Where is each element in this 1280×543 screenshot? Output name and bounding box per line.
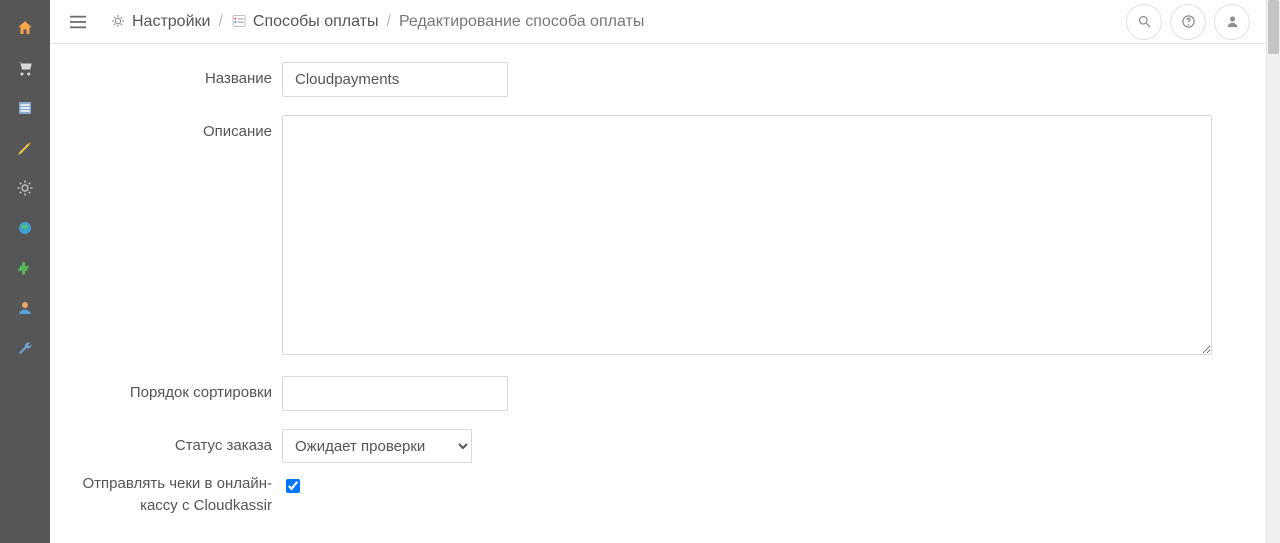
account-button[interactable] [1214,4,1250,40]
nav-cart[interactable] [0,48,50,88]
help-button[interactable] [1170,4,1206,40]
globe-icon [16,219,34,237]
user-icon [1225,14,1240,29]
scrollbar[interactable] [1266,0,1280,543]
breadcrumb-current: Редактирование способа оплаты [399,13,644,31]
search-icon [1137,14,1152,29]
home-icon [16,19,34,37]
nav-design[interactable] [0,128,50,168]
status-label: Статус заказа [50,429,282,457]
sort-label: Порядок сортировки [50,376,282,404]
breadcrumb-settings-label: Настройки [132,13,210,31]
nav-tools[interactable] [0,328,50,368]
nav-globe[interactable] [0,208,50,248]
gear-icon [16,179,34,197]
breadcrumb-sep: / [218,13,222,31]
description-label: Описание [50,115,282,143]
gear-icon [110,13,126,31]
breadcrumb-payments[interactable]: Способы оплаты [231,13,379,31]
name-label: Название [50,62,282,90]
description-textarea[interactable] [282,115,1212,355]
hamburger-icon [70,15,86,29]
menu-toggle[interactable] [66,10,90,34]
sidebar [0,0,50,543]
breadcrumb-settings[interactable]: Настройки [110,13,210,31]
wrench-icon [16,339,34,357]
nav-users[interactable] [0,288,50,328]
pencil-icon [16,139,34,157]
breadcrumb-sep: / [386,13,390,31]
sendcheck-label: Отправлять чеки в онлайн-кассу с Cloudka… [50,473,282,517]
scroll-thumb[interactable] [1268,0,1279,54]
nav-modules[interactable] [0,248,50,288]
nav-home[interactable] [0,8,50,48]
sendcheck-checkbox[interactable] [286,479,300,493]
cart-icon [16,59,34,77]
user-badge-icon [16,299,34,317]
sort-input[interactable] [282,376,508,411]
form: Название Описание Порядок сортировки Ста… [50,44,1266,543]
status-select[interactable]: Ожидает проверки [282,429,472,463]
search-button[interactable] [1126,4,1162,40]
list-icon [16,99,34,117]
card-list-icon [231,13,247,31]
help-icon [1181,14,1196,29]
name-input[interactable] [282,62,508,97]
nav-list[interactable] [0,88,50,128]
puzzle-icon [16,259,34,277]
breadcrumb: Настройки / Способы оплаты [110,13,644,31]
topbar: Настройки / Способы оплаты [50,0,1266,44]
breadcrumb-payments-label: Способы оплаты [253,13,379,31]
nav-settings[interactable] [0,168,50,208]
